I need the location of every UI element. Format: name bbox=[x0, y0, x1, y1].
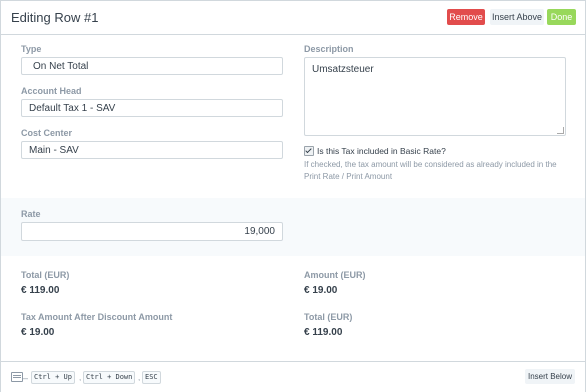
shortcut-ctrl-down: Ctrl + Down bbox=[83, 371, 136, 384]
total-left-value: € 119.00 bbox=[21, 285, 60, 296]
tax-after-discount-label: Tax Amount After Discount Amount bbox=[21, 312, 173, 322]
rate-label: Rate bbox=[21, 209, 41, 219]
total-left-label: Total (EUR) bbox=[21, 270, 70, 280]
shortcut-esc: ESC bbox=[142, 371, 161, 384]
account-head-label: Account Head bbox=[21, 86, 82, 96]
done-button[interactable]: Done bbox=[547, 9, 576, 25]
remove-button[interactable]: Remove bbox=[447, 9, 485, 25]
account-head-field[interactable]: Default Tax 1 - SAV bbox=[21, 99, 283, 117]
included-help-text: If checked, the tax amount will be consi… bbox=[304, 160, 557, 181]
description-label: Description bbox=[304, 44, 354, 54]
comma: , bbox=[138, 373, 141, 382]
dialog-title: Editing Row #1 bbox=[11, 10, 99, 25]
cost-center-field[interactable]: Main - SAV bbox=[21, 141, 283, 159]
shortcut-separator: – bbox=[23, 373, 29, 383]
comma: , bbox=[79, 373, 82, 382]
type-label: Type bbox=[21, 44, 42, 54]
rate-section: Rate 19,000 bbox=[1, 198, 585, 256]
insert-below-button[interactable]: Insert Below bbox=[525, 369, 575, 384]
tax-after-discount-value: € 19.00 bbox=[21, 327, 55, 338]
shortcut-ctrl-up: Ctrl + Up bbox=[31, 371, 75, 384]
dialog-header: Editing Row #1 Remove Insert Above Done bbox=[1, 1, 585, 35]
keyboard-icon bbox=[11, 372, 23, 382]
total-right-label: Total (EUR) bbox=[304, 312, 353, 322]
type-select[interactable]: On Net Total bbox=[21, 57, 283, 75]
included-label: Is this Tax included in Basic Rate? bbox=[317, 146, 446, 156]
description-textarea[interactable]: Umsatzsteuer bbox=[304, 57, 566, 136]
row-editor-dialog: Editing Row #1 Remove Insert Above Done … bbox=[0, 0, 586, 392]
checkmark-icon bbox=[304, 146, 314, 156]
cost-center-label: Cost Center bbox=[21, 128, 73, 138]
description-text: Umsatzsteuer bbox=[312, 64, 374, 75]
amount-value: € 19.00 bbox=[304, 285, 338, 296]
included-checkbox[interactable] bbox=[304, 146, 314, 156]
rate-field[interactable]: 19,000 bbox=[21, 222, 283, 241]
insert-above-button[interactable]: Insert Above bbox=[490, 9, 544, 25]
dialog-footer: – Ctrl + Up , Ctrl + Down , ESC Insert B… bbox=[1, 361, 585, 392]
resize-handle[interactable] bbox=[557, 127, 564, 134]
total-right-value: € 119.00 bbox=[304, 327, 343, 338]
amount-label: Amount (EUR) bbox=[304, 270, 366, 280]
